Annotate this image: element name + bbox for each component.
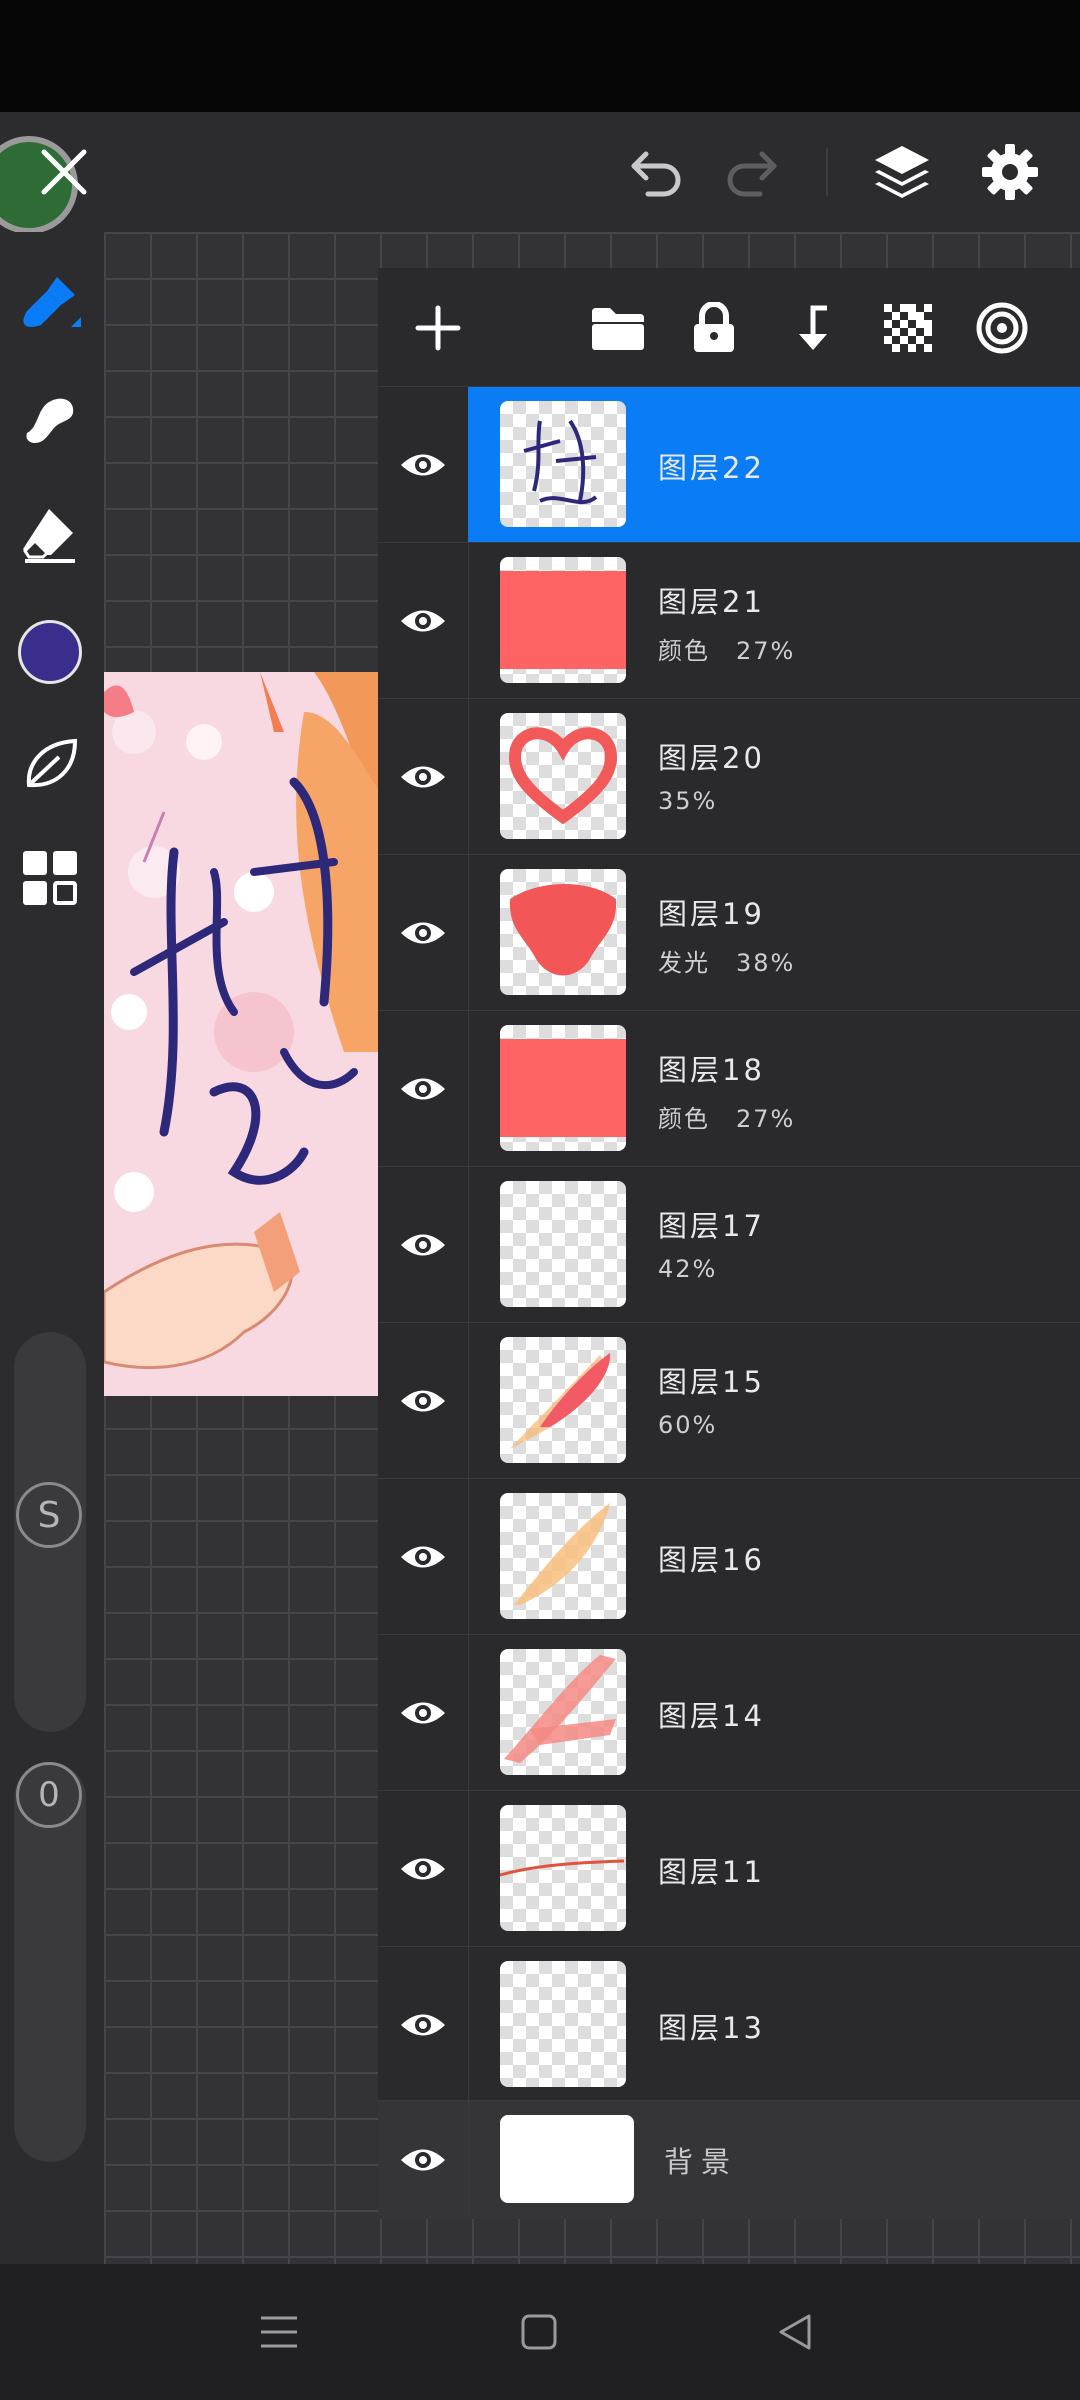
layer-row[interactable]: 图层16 <box>378 1478 1080 1635</box>
layer-row[interactable]: 图层11 <box>378 1790 1080 1947</box>
layers-panel: 图层22 图层21 颜色 27% 图层20 35% 图层19 发光 38% 图层18 颜色 27… <box>378 268 1080 2219</box>
layer-thumbnail <box>500 1337 626 1463</box>
layer-row[interactable]: 图层17 42% <box>378 1166 1080 1323</box>
layer-name: 图层17 <box>658 1209 765 1243</box>
eye-icon <box>401 610 445 632</box>
redo-icon[interactable] <box>718 140 786 204</box>
eye-icon <box>401 1234 445 1256</box>
layer-name: 图层22 <box>658 451 765 485</box>
brush-size-slider[interactable]: S <box>14 1332 86 1732</box>
gear-icon[interactable] <box>976 138 1044 206</box>
eye-icon <box>401 1390 445 1412</box>
layer-thumbnail <box>500 557 626 683</box>
undo-icon[interactable] <box>622 140 690 204</box>
leaf-icon[interactable] <box>14 728 86 800</box>
layer-row[interactable]: 图层14 <box>378 1634 1080 1791</box>
layer-row[interactable]: 图层21 颜色 27% <box>378 542 1080 699</box>
visibility-toggle[interactable] <box>378 1479 469 1635</box>
layer-thumbnail <box>500 713 626 839</box>
add-layer-icon[interactable] <box>408 298 468 358</box>
visibility-toggle[interactable] <box>378 1791 469 1947</box>
eye-icon <box>401 922 445 944</box>
system-nav-bar <box>0 2264 1080 2400</box>
layer-thumbnail <box>500 1961 626 2087</box>
size-slider-knob[interactable]: S <box>16 1482 82 1548</box>
tool-sidebar: S 0 <box>0 232 104 2264</box>
layer-name: 图层14 <box>658 1699 765 1733</box>
visibility-toggle[interactable] <box>378 699 469 855</box>
grid-icon[interactable] <box>14 842 86 914</box>
layer-thumbnail <box>500 869 626 995</box>
layer-row[interactable]: 图层18 颜色 27% <box>378 1010 1080 1167</box>
layer-thumbnail <box>500 1649 626 1775</box>
brush-icon[interactable] <box>14 268 86 340</box>
layer-row[interactable]: 图层19 发光 38% <box>378 854 1080 1011</box>
layer-blend-info: 60% <box>658 1411 718 1439</box>
visibility-toggle[interactable] <box>378 1011 469 1167</box>
back-icon[interactable] <box>760 2304 830 2360</box>
layers-icon[interactable] <box>868 138 936 206</box>
layer-blend-info: 发光 38% <box>658 949 796 977</box>
layer-thumbnail <box>500 1025 626 1151</box>
layer-effects-icon[interactable] <box>972 298 1032 358</box>
layer-name: 图层13 <box>658 2011 765 2045</box>
layers-panel-toolbar <box>378 268 1080 386</box>
layer-name: 图层19 <box>658 897 765 931</box>
layer-row[interactable]: 图层22 <box>378 386 1080 543</box>
visibility-toggle[interactable] <box>378 1167 469 1323</box>
eye-icon <box>401 1858 445 1880</box>
layer-row[interactable]: 图层20 35% <box>378 698 1080 855</box>
lock-icon[interactable] <box>684 298 744 358</box>
eye-icon <box>401 1702 445 1724</box>
visibility-toggle[interactable] <box>378 1635 469 1791</box>
layer-thumbnail <box>500 1805 626 1931</box>
layer-blend-info: 颜色 27% <box>658 1105 796 1133</box>
layer-name: 图层21 <box>658 585 765 619</box>
toolbar-divider <box>826 148 828 196</box>
background-layer-row[interactable]: 背景 <box>378 2100 1080 2219</box>
visibility-toggle[interactable] <box>378 543 469 699</box>
home-icon[interactable] <box>504 2304 574 2360</box>
visibility-toggle[interactable] <box>378 2101 469 2219</box>
smudge-icon[interactable] <box>14 382 86 454</box>
visibility-toggle[interactable] <box>378 387 469 543</box>
color-swatch[interactable] <box>18 620 82 684</box>
layer-name: 图层18 <box>658 1053 765 1087</box>
eye-icon <box>401 2149 445 2171</box>
transparency-icon[interactable] <box>878 298 938 358</box>
layer-blend-info: 42% <box>658 1255 718 1283</box>
eye-icon <box>401 2014 445 2036</box>
close-icon[interactable] <box>34 142 94 202</box>
layer-row[interactable]: 图层13 <box>378 1946 1080 2103</box>
background-thumbnail <box>500 2115 634 2203</box>
merge-down-icon[interactable] <box>780 298 840 358</box>
opacity-slider-knob[interactable]: 0 <box>16 1762 82 1828</box>
visibility-toggle[interactable] <box>378 855 469 1011</box>
layer-name: 图层15 <box>658 1365 765 1399</box>
layer-name: 图层20 <box>658 741 765 775</box>
layer-blend-info: 35% <box>658 787 718 815</box>
layer-name: 图层11 <box>658 1855 765 1889</box>
background-layer-name: 背景 <box>664 2145 739 2179</box>
artwork-preview[interactable] <box>104 672 380 1396</box>
layer-thumbnail <box>500 1181 626 1307</box>
layer-thumbnail <box>500 1493 626 1619</box>
visibility-toggle[interactable] <box>378 1947 469 2103</box>
layer-name: 图层16 <box>658 1543 765 1577</box>
status-bar <box>0 0 1080 112</box>
eye-icon <box>401 454 445 476</box>
eye-icon <box>401 766 445 788</box>
eraser-icon[interactable] <box>14 498 86 570</box>
folder-icon[interactable] <box>588 298 648 358</box>
opacity-slider[interactable]: 0 <box>14 1762 86 2162</box>
top-bar <box>0 112 1080 234</box>
layer-blend-info: 颜色 27% <box>658 637 796 665</box>
menu-icon[interactable] <box>244 2304 314 2360</box>
eye-icon <box>401 1078 445 1100</box>
layer-thumbnail <box>500 401 626 527</box>
layer-row[interactable]: 图层15 60% <box>378 1322 1080 1479</box>
eye-icon <box>401 1546 445 1568</box>
visibility-toggle[interactable] <box>378 1323 469 1479</box>
